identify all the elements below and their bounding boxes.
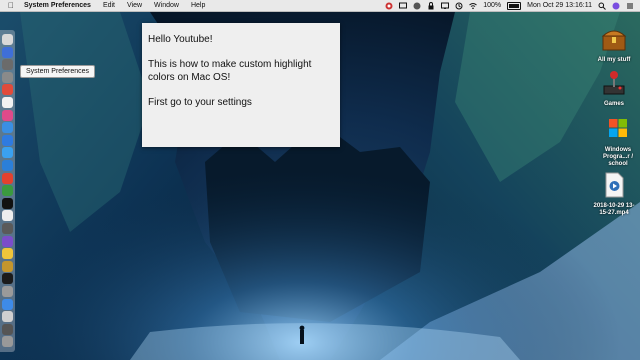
- dock: [0, 30, 15, 352]
- desktop-item-games[interactable]: Games: [592, 70, 636, 108]
- dock-app-icon[interactable]: [2, 311, 13, 323]
- dock-app-icon[interactable]: [2, 197, 13, 209]
- dock-app-icon[interactable]: [2, 298, 13, 310]
- dock-app-icon[interactable]: [2, 235, 13, 247]
- battery-percent: 100%: [483, 2, 502, 9]
- note-line-2: This is how to make custom highlight col…: [148, 59, 312, 83]
- search-icon[interactable]: [598, 2, 606, 10]
- menu-edit[interactable]: Edit: [103, 2, 115, 9]
- joystick-icon: [603, 71, 625, 95]
- dock-tooltip: System Preferences: [20, 65, 96, 78]
- dock-app-icon[interactable]: [2, 122, 13, 134]
- dock-app-icon[interactable]: [2, 34, 13, 45]
- text-note-window[interactable]: Hello Youtube! This is how to make custo…: [142, 23, 340, 147]
- battery-icon[interactable]: [507, 1, 522, 10]
- dock-app-icon[interactable]: [2, 84, 13, 96]
- menu-view[interactable]: View: [127, 2, 142, 9]
- video-file-icon: [605, 172, 624, 198]
- record-icon[interactable]: [385, 2, 393, 10]
- treasure-chest-icon: [601, 30, 627, 51]
- siri-icon[interactable]: [612, 2, 620, 10]
- note-line-1: Hello Youtube!: [148, 34, 213, 45]
- status-area: 100% Mon Oct 29 13:16:11: [385, 0, 634, 11]
- app-icon[interactable]: [413, 2, 421, 10]
- dock-app-icon[interactable]: [2, 71, 13, 83]
- cast-icon[interactable]: [441, 2, 450, 10]
- dock-app-icon[interactable]: [2, 323, 13, 335]
- dock-app-icon[interactable]: [2, 286, 13, 297]
- notification-center-icon[interactable]: [626, 2, 634, 10]
- dock-app-icon[interactable]: [2, 248, 13, 260]
- dock-app-icon[interactable]: [2, 273, 13, 285]
- menu-help[interactable]: Help: [191, 2, 205, 9]
- note-line-3: First go to your settings: [148, 97, 252, 108]
- desktop-item-label: Games: [603, 101, 624, 107]
- menu-window[interactable]: Window: [154, 2, 179, 9]
- desktop-item-label: 2018-10-29 13-15-27.mp4: [593, 203, 635, 216]
- wifi-icon[interactable]: [469, 2, 478, 10]
- dock-app-icon[interactable]: [2, 109, 13, 121]
- clock[interactable]: Mon Oct 29 13:16:11: [527, 2, 592, 9]
- dock-app-icon[interactable]: [2, 172, 13, 184]
- dock-app-icon[interactable]: [2, 97, 13, 108]
- dock-app-icon[interactable]: [2, 59, 13, 71]
- dock-app-icon[interactable]: [2, 336, 13, 348]
- windows-icon: [609, 119, 627, 137]
- desktop-item-label: All my stuff: [597, 57, 631, 63]
- dock-app-icon[interactable]: [2, 160, 13, 171]
- dock-app-icon[interactable]: [2, 223, 13, 234]
- dock-app-icon[interactable]: [2, 210, 13, 222]
- dock-app-icon[interactable]: [2, 185, 13, 197]
- desktop-item-label: Windows Progra...r / school: [602, 147, 633, 167]
- time-machine-icon[interactable]: [455, 2, 463, 10]
- dock-app-icon[interactable]: [2, 134, 13, 146]
- lock-icon[interactable]: [427, 1, 435, 10]
- display-icon[interactable]: [399, 2, 408, 10]
- desktop-item-all-my-stuff[interactable]: All my stuff: [592, 26, 636, 64]
- dock-app-icon[interactable]: [2, 147, 13, 159]
- menu-bar:  System Preferences Edit View Window He…: [0, 0, 640, 12]
- apple-icon[interactable]: : [8, 1, 18, 10]
- dock-app-icon[interactable]: [2, 46, 13, 58]
- menu-app-name[interactable]: System Preferences: [24, 2, 91, 9]
- desktop-item-video-file[interactable]: 2018-10-29 13-15-27.mp4: [592, 172, 636, 217]
- desktop-item-windows-programs[interactable]: Windows Progra...r / school: [596, 116, 640, 168]
- dock-app-icon[interactable]: [2, 260, 13, 272]
